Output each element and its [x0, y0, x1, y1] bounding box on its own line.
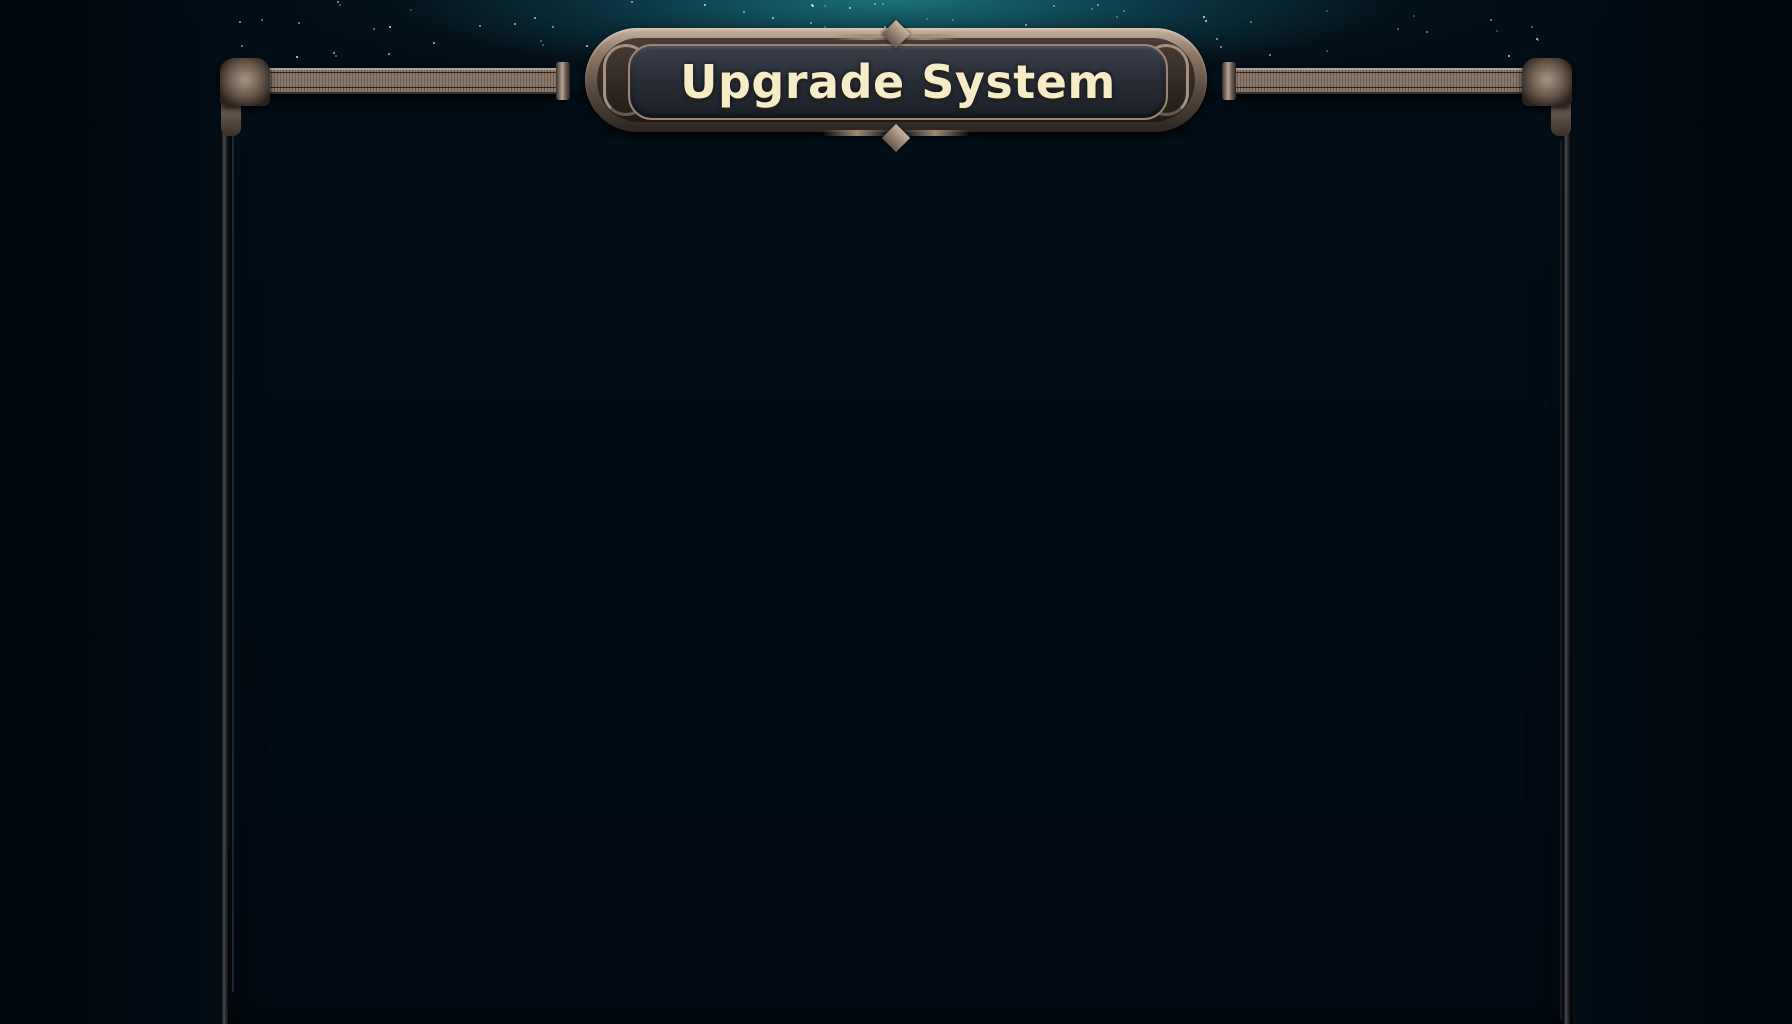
star: [586, 45, 588, 47]
game-screen: Upgrade System: [0, 0, 1792, 1024]
bar-collar-right: [1222, 62, 1236, 100]
star: [849, 7, 851, 9]
star: [811, 4, 813, 6]
star: [1220, 46, 1222, 48]
star: [1531, 26, 1533, 28]
star: [882, 3, 884, 5]
ornament-icon: [220, 58, 270, 106]
star: [373, 28, 375, 30]
star: [1123, 10, 1125, 12]
frame-top-bar-left: [268, 68, 568, 94]
star: [1053, 5, 1055, 7]
star: [241, 45, 243, 47]
star: [772, 17, 774, 19]
panel-edge-right: [1546, 140, 1562, 1020]
star: [810, 22, 812, 24]
ornament-icon: [1522, 58, 1572, 106]
star: [337, 1, 339, 3]
star: [1203, 16, 1205, 18]
frame-rail-left: [222, 130, 228, 1024]
star: [1326, 10, 1328, 12]
star: [1537, 39, 1539, 41]
star: [1091, 8, 1093, 10]
star: [410, 9, 412, 11]
star: [479, 25, 481, 27]
star: [1097, 4, 1099, 6]
star: [1269, 54, 1271, 56]
star: [1508, 55, 1510, 57]
bar-collar-left: [556, 62, 570, 100]
star: [298, 22, 300, 24]
star: [1413, 15, 1415, 17]
star: [534, 17, 536, 19]
star: [1205, 20, 1207, 22]
star: [335, 55, 337, 57]
star: [631, 1, 633, 3]
frame-top-bar-right: [1228, 68, 1528, 94]
star: [261, 19, 263, 21]
star: [333, 52, 335, 54]
star: [1496, 30, 1498, 32]
star: [552, 26, 554, 28]
star: [388, 53, 390, 55]
star: [514, 23, 516, 25]
star: [389, 26, 391, 28]
star: [926, 18, 928, 20]
star: [1116, 16, 1118, 18]
star: [1250, 21, 1252, 23]
title-plaque: Upgrade System: [628, 44, 1168, 120]
star: [296, 56, 298, 58]
star: [339, 4, 341, 6]
star: [1397, 28, 1399, 30]
star: [812, 5, 814, 7]
star: [1216, 38, 1218, 40]
crest-wing-bottom: [900, 130, 970, 136]
star: [542, 44, 544, 46]
star: [1536, 38, 1538, 40]
star: [824, 5, 826, 7]
star: [952, 19, 954, 21]
star: [743, 11, 745, 13]
star: [540, 40, 542, 42]
star: [1025, 24, 1027, 26]
upgrade-panel: [222, 92, 1572, 1024]
frame-rail-right: [1564, 130, 1570, 1024]
star: [1426, 31, 1428, 33]
panel-edge-left: [232, 112, 248, 992]
star: [704, 4, 706, 6]
star: [874, 3, 876, 5]
crest-wing-bottom: [822, 130, 892, 136]
star: [239, 21, 241, 23]
star: [1490, 19, 1492, 21]
star: [433, 42, 435, 44]
star: [1326, 50, 1328, 52]
page-title: Upgrade System: [680, 55, 1116, 109]
